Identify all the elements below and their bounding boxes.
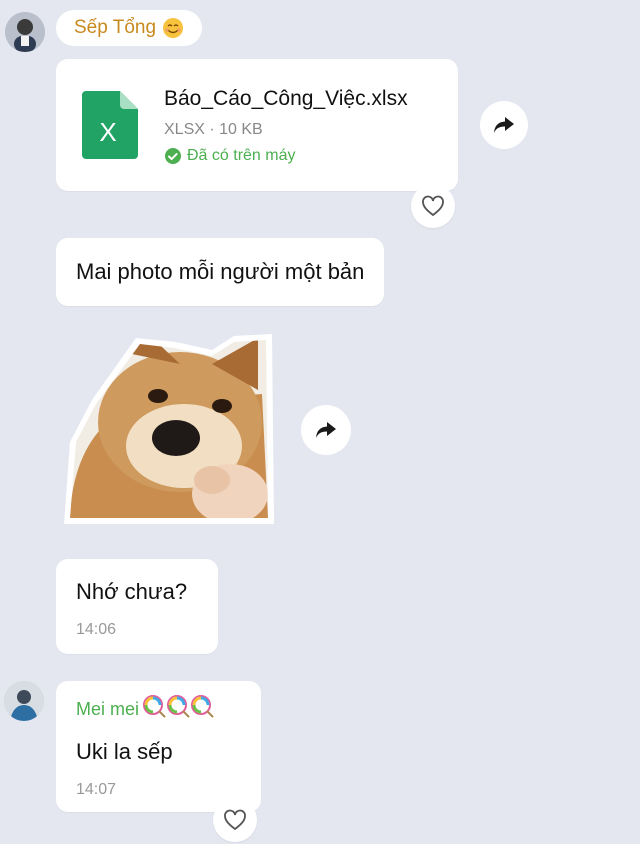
heart-icon <box>422 195 444 217</box>
reaction-button-file[interactable] <box>411 184 455 228</box>
reply-time: 14:07 <box>76 781 117 798</box>
smiling-face-icon <box>162 17 184 39</box>
file-meta: XLSX · 10 KB <box>164 121 263 138</box>
file-download-status: Đã có trên máy <box>164 147 295 165</box>
message-bubble-text2[interactable]: Nhớ chưa? 14:06 <box>56 559 218 654</box>
heart-icon <box>224 809 246 831</box>
forward-icon <box>494 117 514 133</box>
reply-sender-name: Mei mei <box>76 695 215 724</box>
reply-message-bubble[interactable]: Mei mei Uki la sếp 14:07 <box>56 681 261 812</box>
sender-name: Sếp Tổng <box>74 17 157 38</box>
message-bubble-text1[interactable]: Mai photo mỗi người một bản <box>56 238 385 306</box>
svg-text:X: X <box>99 117 116 147</box>
reaction-button-reply[interactable] <box>213 798 257 842</box>
shiba-dog-sticker[interactable] <box>62 334 274 531</box>
forward-button-sticker[interactable] <box>301 405 351 455</box>
reply-sender-name-text: Mei mei <box>76 699 140 719</box>
check-circle-icon <box>165 148 181 164</box>
file-status-text: Đã có trên máy <box>187 147 296 164</box>
lollipop-icon <box>143 695 215 724</box>
file-message[interactable]: X Báo_Cáo_Công_Việc.xlsx XLSX · 10 KB Đã… <box>56 59 458 191</box>
sender-name-pill: Sếp Tổng <box>56 10 203 46</box>
message-text: Mai photo mỗi người một bản <box>76 259 365 284</box>
forward-button-file[interactable] <box>480 101 528 149</box>
message-time: 14:06 <box>76 621 117 638</box>
message-text: Nhớ chưa? <box>76 579 188 604</box>
reply-avatar[interactable] <box>4 681 44 721</box>
forward-icon <box>316 422 336 438</box>
boss-avatar[interactable] <box>5 12 45 52</box>
excel-file-icon: X <box>82 91 138 164</box>
file-name: Báo_Cáo_Công_Việc.xlsx <box>164 87 408 110</box>
reply-text: Uki la sếp <box>76 739 173 764</box>
